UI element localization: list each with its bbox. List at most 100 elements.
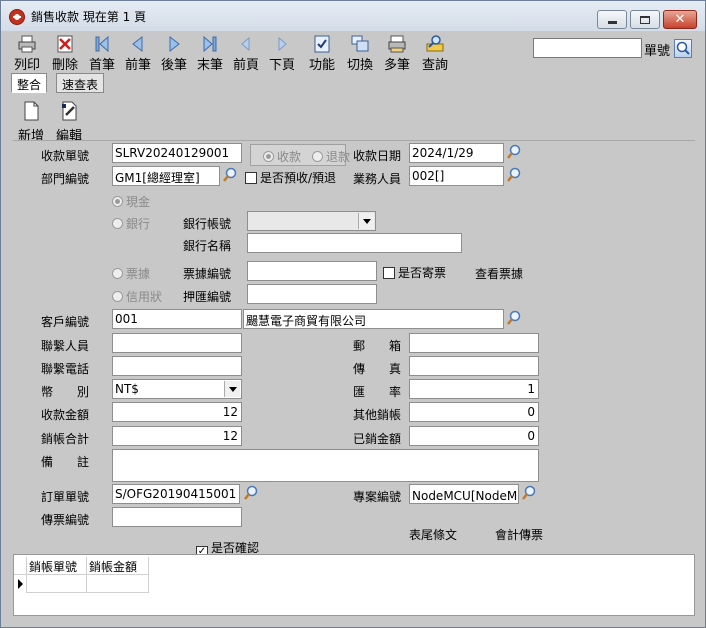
footer-text-link[interactable]: 表尾條文: [409, 526, 457, 543]
other-writeoff-field[interactable]: 0: [409, 402, 539, 422]
radio-receipt[interactable]: 收款: [263, 148, 301, 165]
bank-name-label: 銀行名稱: [183, 239, 232, 253]
edit-button[interactable]: 編輯: [54, 101, 84, 144]
bank-account-select[interactable]: [247, 211, 376, 231]
project-field[interactable]: NodeMCU[NodeMCU模: [409, 484, 519, 504]
bill-no-label: 票據編號: [183, 267, 232, 281]
customer-code-field[interactable]: 001: [112, 309, 242, 329]
tab-integrated[interactable]: 整合: [11, 73, 48, 93]
tab-quick-lookup[interactable]: 速查表: [56, 73, 105, 93]
delete-label: 刪除: [51, 58, 78, 73]
written-off-field[interactable]: 0: [409, 426, 539, 446]
contact-field[interactable]: [112, 333, 242, 353]
maximize-button[interactable]: [630, 10, 660, 29]
bill-sent-label: 是否寄票: [398, 266, 447, 280]
memo-field[interactable]: [112, 449, 539, 482]
grid-cell-writeoff-amount[interactable]: [87, 575, 149, 593]
search-button[interactable]: [674, 39, 692, 58]
next-record-button[interactable]: 後筆: [159, 34, 189, 73]
print-button[interactable]: 列印: [11, 34, 43, 73]
phone-field[interactable]: [112, 356, 242, 376]
search-label: 單號: [644, 44, 671, 59]
email-field[interactable]: [409, 333, 539, 353]
next-record-icon: [164, 34, 184, 54]
currency-select[interactable]: NT$: [112, 379, 242, 399]
dept-label: 部門編號: [41, 172, 90, 186]
voucher-field[interactable]: [112, 507, 242, 527]
row-pointer-icon: [14, 575, 27, 593]
bank-account-dropdown-icon[interactable]: [358, 213, 374, 229]
rate-label: 匯 率: [353, 385, 402, 399]
contact-label: 聯繫人員: [41, 339, 90, 353]
multi-record-button[interactable]: 多筆: [382, 34, 412, 73]
search-input[interactable]: [533, 38, 642, 58]
grid-cell-writeoff-no[interactable]: [27, 575, 87, 593]
order-lookup-icon[interactable]: [242, 484, 260, 502]
writeoff-total-label: 銷帳合計: [41, 432, 90, 446]
date-lookup-icon[interactable]: [505, 143, 523, 161]
receipt-date-label: 收款日期: [353, 149, 402, 163]
sales-field[interactable]: 002[]: [409, 166, 504, 186]
dept-field[interactable]: GM1[總經理室]: [112, 166, 220, 186]
sales-lookup-icon[interactable]: [505, 166, 523, 184]
project-lookup-icon[interactable]: [520, 484, 538, 502]
function-button[interactable]: 功能: [307, 34, 337, 73]
new-document-icon: [24, 101, 39, 121]
radio-refund-label: 退款: [326, 150, 351, 164]
bank-name-field[interactable]: [247, 233, 462, 253]
first-record-button[interactable]: 首筆: [87, 34, 117, 73]
view-bill-link[interactable]: 查看票據: [475, 265, 523, 282]
bill-no-field[interactable]: [247, 261, 377, 281]
accounting-voucher-link[interactable]: 會計傳票: [495, 526, 543, 543]
close-button[interactable]: ✕: [663, 10, 697, 29]
next-page-button[interactable]: 下頁: [267, 34, 297, 73]
query-button[interactable]: 查詢: [420, 34, 450, 73]
window-title: 銷售收款 現在第 1 頁: [31, 10, 147, 24]
add-button[interactable]: 新增: [16, 101, 46, 144]
grid-corner: [14, 557, 27, 575]
table-row[interactable]: [14, 575, 696, 593]
remit-no-field[interactable]: [247, 284, 377, 304]
receipt-no-field[interactable]: SLRV20240129001: [112, 143, 242, 163]
radio-lc[interactable]: 信用狀: [112, 288, 162, 305]
order-no-field[interactable]: S/OFG20190415001: [112, 484, 240, 504]
prepay-check-box: [245, 172, 257, 184]
switch-button[interactable]: 切換: [345, 34, 375, 73]
amount-field[interactable]: 12: [112, 402, 242, 422]
grid-header-writeoff-amount[interactable]: 銷帳金額: [87, 557, 149, 575]
writeoff-total-field[interactable]: 12: [112, 426, 242, 446]
fax-field[interactable]: [409, 356, 539, 376]
radio-refund[interactable]: 退款: [312, 148, 350, 165]
dept-lookup-icon[interactable]: [221, 166, 239, 184]
last-record-icon: [200, 34, 220, 54]
radio-lc-dot: [112, 291, 123, 302]
delete-button[interactable]: 刪除: [50, 34, 80, 73]
print-label: 列印: [13, 58, 40, 73]
remit-no-label: 押匯編號: [183, 290, 232, 304]
prepay-checkbox[interactable]: 是否預收/預退: [245, 169, 336, 186]
delete-icon: [55, 34, 75, 54]
printer-icon: [17, 34, 37, 54]
first-record-label: 首筆: [88, 58, 115, 73]
next-page-label: 下頁: [268, 58, 295, 73]
previous-record-icon: [128, 34, 148, 54]
grid-header-writeoff-no[interactable]: 銷帳單號: [27, 557, 87, 575]
previous-record-button[interactable]: 前筆: [123, 34, 153, 73]
radio-lc-label: 信用狀: [126, 290, 163, 304]
rate-field[interactable]: 1: [409, 379, 539, 399]
receipt-type-group: 收款 退款: [250, 144, 350, 166]
radio-cash[interactable]: 現金: [112, 193, 150, 210]
currency-label: 幣 別: [41, 385, 90, 399]
receipt-date-field[interactable]: 2024/1/29: [409, 143, 504, 163]
customer-lookup-icon[interactable]: [505, 309, 523, 327]
last-record-button[interactable]: 末筆: [195, 34, 225, 73]
bill-sent-checkbox[interactable]: 是否寄票: [383, 264, 446, 281]
query-label: 查詢: [421, 58, 448, 73]
previous-page-button[interactable]: 前頁: [231, 34, 261, 73]
radio-bank[interactable]: 銀行: [112, 215, 150, 232]
minimize-button[interactable]: [597, 10, 627, 29]
customer-name-field[interactable]: 颺慧電子商貿有限公司: [243, 309, 504, 329]
grid-header: 銷帳單號 銷帳金額: [14, 557, 696, 575]
currency-dropdown-icon[interactable]: [224, 381, 240, 397]
radio-bill[interactable]: 票據: [112, 265, 150, 282]
